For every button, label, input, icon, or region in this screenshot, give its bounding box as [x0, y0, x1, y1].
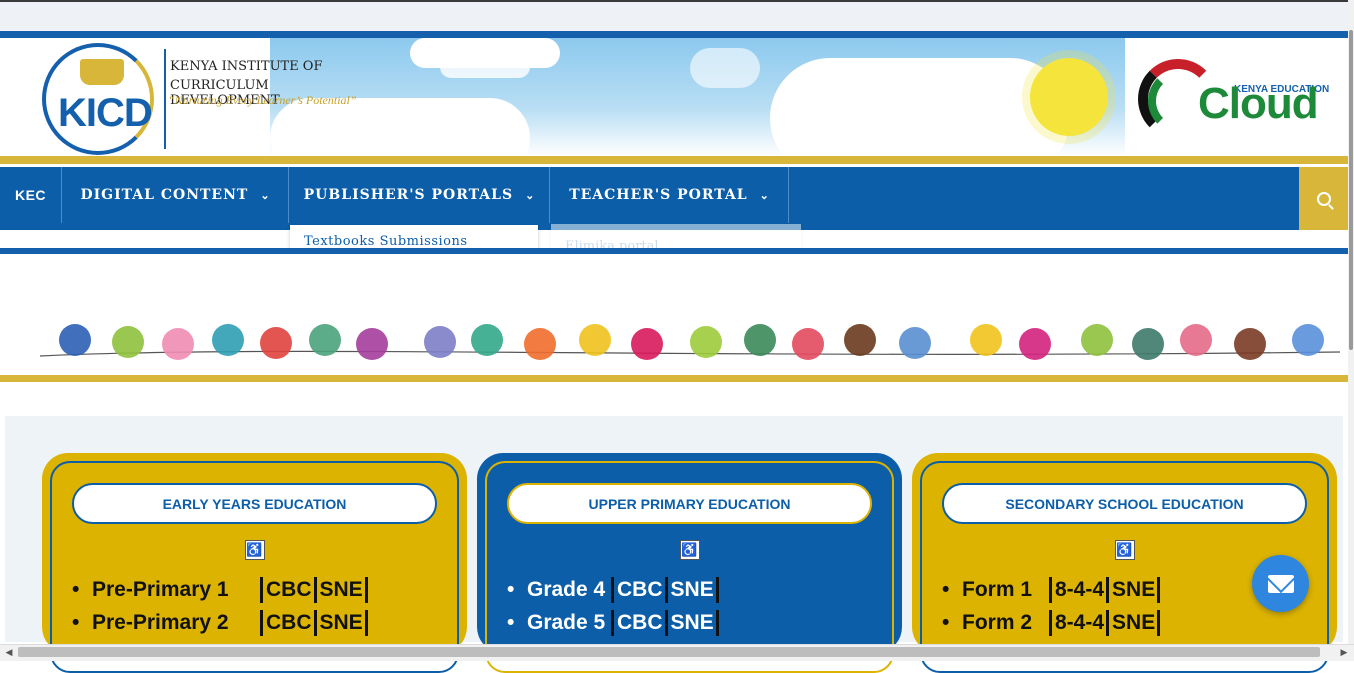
tag-link[interactable]: CBC [260, 576, 314, 603]
top-strip [0, 2, 1354, 31]
card-title: EARLY YEARS EDUCATION [162, 495, 347, 512]
header-blue-band [0, 31, 1348, 38]
tag-link[interactable]: SNE [313, 576, 368, 603]
main-nav: KEC DIGITAL CONTENT ⌄ PUBLISHER'S PORTAL… [0, 167, 1348, 230]
grade-name[interactable]: Pre-Primary 1 [92, 578, 260, 602]
card-early-years: EARLY YEARS EDUCATION ♿ • Pre-Primary 1 CB… [42, 453, 467, 673]
kicd-logo[interactable]: KICD KENYA INSTITUTE OF CURRICULUM DEVEL… [40, 41, 380, 155]
envelope-icon [1267, 574, 1294, 593]
scroll-right-arrow-icon[interactable]: ▶ [1338, 646, 1350, 658]
search-button[interactable] [1299, 167, 1348, 230]
scroll-left-arrow-icon[interactable]: ◀ [3, 646, 15, 658]
list-item: • Grade 4 CBC SNE [507, 573, 719, 606]
hands-banner [0, 248, 1348, 384]
tag-link[interactable]: 8-4-4 [1049, 576, 1106, 603]
cloud-shape [770, 58, 1070, 156]
wheelchair-icon[interactable]: ♿ [244, 540, 265, 560]
sky-illustration [270, 38, 1125, 156]
hands-illustration [39, 324, 1341, 360]
tag-link[interactable]: SNE [313, 609, 368, 636]
card-title-button[interactable]: EARLY YEARS EDUCATION [72, 483, 437, 524]
list-item: • Form 1 8-4-4 SNE [942, 573, 1161, 606]
tag-link[interactable]: 8-4-4 [1049, 609, 1106, 636]
horizontal-scroll-thumb[interactable] [18, 647, 1320, 657]
nav-item-teachers-portal[interactable]: TEACHER'S PORTAL ⌄ [550, 167, 789, 223]
header-gold-band [0, 156, 1348, 164]
chevron-down-icon: ⌄ [260, 189, 270, 202]
grade-name[interactable]: Pre-Primary 2 [92, 611, 260, 635]
grade-name[interactable]: Form 2 [962, 611, 1049, 635]
contact-chat-button[interactable] [1252, 555, 1309, 612]
tag-link[interactable]: CBC [260, 609, 314, 636]
grade-name[interactable]: Grade 4 [527, 578, 611, 602]
nav-label: PUBLISHER'S PORTALS [303, 187, 514, 203]
card-title-button[interactable]: SECONDARY SCHOOL EDUCATION [942, 483, 1307, 524]
nav-label: DIGITAL CONTENT [80, 187, 249, 203]
tag-link[interactable]: CBC [611, 609, 665, 636]
logo-divider [164, 49, 166, 149]
banner-gold-band [0, 375, 1348, 382]
sun-shape [1030, 58, 1108, 136]
tag-link[interactable]: SNE [664, 576, 719, 603]
nav-item-kec[interactable]: KEC [0, 167, 62, 223]
list-item: • Form 2 8-4-4 SNE [942, 606, 1161, 639]
chevron-down-icon: ⌄ [525, 189, 535, 202]
card-secondary: SECONDARY SCHOOL EDUCATION ♿ • Form 1 8-4-… [912, 453, 1337, 673]
grade-list: • Grade 4 CBC SNE • Grade 5 CBC SNE [507, 573, 719, 639]
org-motto: “Nurturing Every Learner’s Potential” [168, 93, 357, 107]
wheelchair-icon[interactable]: ♿ [1114, 540, 1135, 560]
card-title: UPPER PRIMARY EDUCATION [588, 495, 791, 512]
chevron-down-icon: ⌄ [759, 189, 769, 202]
nav-item-publishers-portals[interactable]: PUBLISHER'S PORTALS ⌄ [289, 167, 550, 223]
cloud-shape [440, 56, 530, 78]
nav-item-digital-content[interactable]: DIGITAL CONTENT ⌄ [62, 167, 289, 223]
card-upper-primary: UPPER PRIMARY EDUCATION ♿ • Grade 4 CBC SNE… [477, 453, 902, 673]
org-name-line1: KENYA INSTITUTE OF [170, 59, 323, 74]
list-item: • Grade 5 CBC SNE [507, 606, 719, 639]
kicd-abbr: KICD [58, 91, 153, 135]
card-title: SECONDARY SCHOOL EDUCATION [1005, 495, 1244, 512]
list-item: • Pre-Primary 2 CBC SNE [72, 606, 368, 639]
site-header: KICD KENYA INSTITUTE OF CURRICULUM DEVEL… [0, 31, 1348, 164]
tag-link[interactable]: SNE [664, 609, 719, 636]
book-icon [80, 59, 124, 85]
logo-wordmark: Cloud [1198, 79, 1319, 128]
card-title-button[interactable]: UPPER PRIMARY EDUCATION [507, 483, 872, 524]
wheelchair-icon[interactable]: ♿ [679, 540, 700, 560]
grade-list: • Pre-Primary 1 CBC SNE • Pre-Primary 2 CBC SN… [72, 573, 368, 639]
nav-label: KEC [14, 187, 47, 203]
tag-link[interactable]: SNE [1106, 609, 1161, 636]
tag-link[interactable]: CBC [611, 576, 665, 603]
search-icon [1316, 191, 1331, 206]
vertical-scroll-thumb[interactable] [1349, 30, 1353, 350]
grade-name[interactable]: Form 1 [962, 578, 1049, 602]
dropdown-item-textbooks-submissions[interactable]: Textbooks Submissions [304, 234, 468, 249]
grade-name[interactable]: Grade 5 [527, 611, 611, 635]
cloud-shape [690, 48, 760, 88]
grade-list: • Form 1 8-4-4 SNE • Form 2 8-4-4 SNE [942, 573, 1161, 639]
kenya-education-cloud-logo[interactable]: KENYA EDUCATION Cloud [1126, 39, 1348, 157]
list-item: • Pre-Primary 1 CBC SNE [72, 573, 368, 606]
tag-link[interactable]: SNE [1106, 576, 1161, 603]
nav-label: TEACHER'S PORTAL [569, 187, 748, 203]
